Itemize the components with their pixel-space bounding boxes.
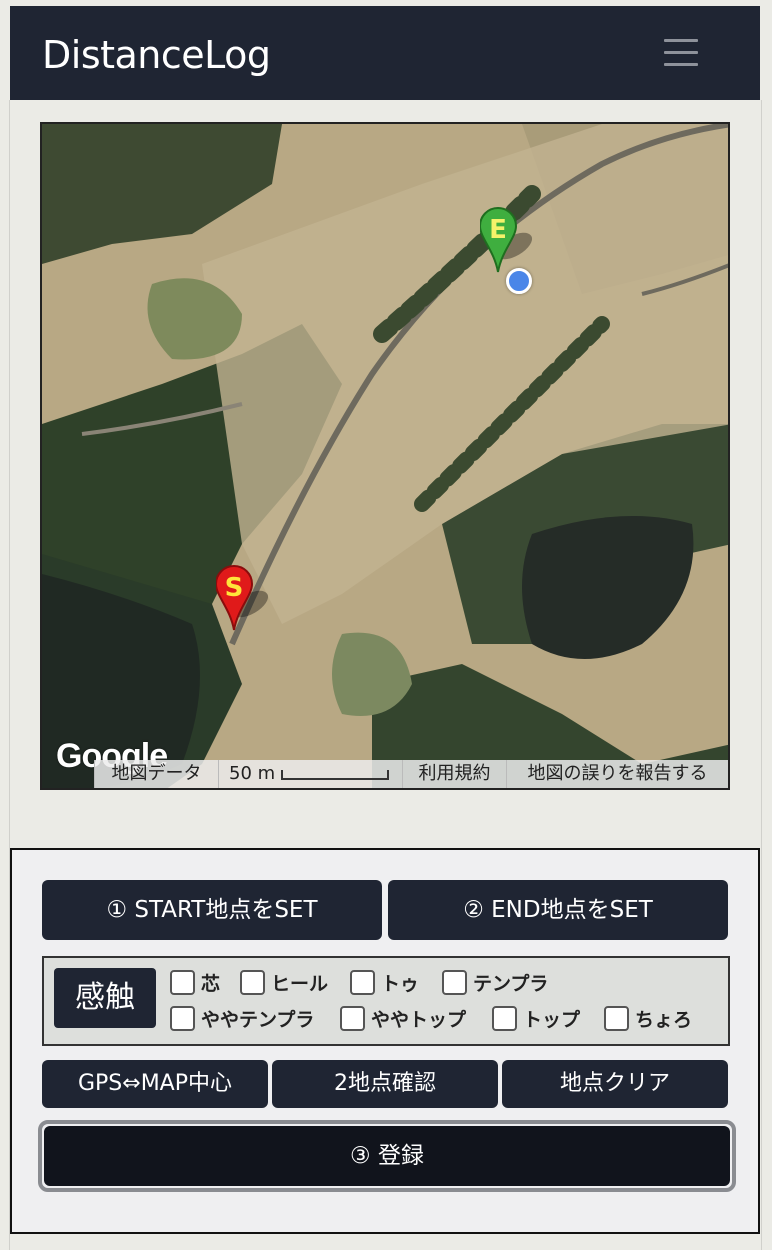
checkbox-box[interactable] xyxy=(240,970,265,995)
scale-bar-icon xyxy=(281,770,389,780)
terms-link[interactable]: 利用規約 xyxy=(402,760,506,788)
checkbox-label: ややテンプラ xyxy=(201,1009,315,1031)
checkbox-label: トップ xyxy=(523,1009,581,1031)
map-data-link[interactable]: 地図データ xyxy=(94,760,218,788)
touch-label: 感触 xyxy=(54,968,156,1028)
checkbox-chorro[interactable]: ちょろ xyxy=(604,1006,692,1034)
checkbox-sweet-spot[interactable]: 芯 xyxy=(170,970,220,998)
checkbox-box[interactable] xyxy=(170,1006,195,1031)
touch-feel-group: 感触 芯 ヒール トゥ テンプラ ややテンプラ ややトップ トップ ちょろ xyxy=(42,956,730,1046)
clear-points-button[interactable]: 地点クリア xyxy=(502,1060,728,1108)
map-scale[interactable]: 50 m xyxy=(218,760,402,788)
checkbox-box[interactable] xyxy=(340,1006,365,1031)
checkbox-slight-tempura[interactable]: ややテンプラ xyxy=(170,1006,314,1034)
satellite-map[interactable]: E S Google 地図データ 50 m 利用規約 地図の誤りを報告する xyxy=(40,122,730,790)
start-marker[interactable]: S xyxy=(214,564,276,644)
checkbox-heel[interactable]: ヒール xyxy=(240,970,328,998)
checkbox-box[interactable] xyxy=(350,970,375,995)
map-scale-label: 50 m xyxy=(229,763,276,784)
checkbox-tempura[interactable]: テンプラ xyxy=(442,970,548,998)
map-imagery xyxy=(42,124,728,788)
register-button[interactable]: ③ 登録 xyxy=(44,1126,730,1186)
report-error-link[interactable]: 地図の誤りを報告する xyxy=(506,760,728,788)
app-brand[interactable]: DistanceLog xyxy=(42,32,271,78)
gps-location-dot xyxy=(506,268,532,294)
set-start-button[interactable]: ① START地点をSET xyxy=(42,880,382,940)
hamburger-menu-button[interactable] xyxy=(650,30,712,76)
checkbox-label: ちょろ xyxy=(635,1009,693,1031)
checkbox-label: ややトップ xyxy=(371,1009,467,1031)
navbar: DistanceLog xyxy=(10,6,760,100)
start-marker-label: S xyxy=(224,573,244,603)
checkbox-toe[interactable]: トゥ xyxy=(350,970,419,998)
page-border-right xyxy=(761,100,762,1250)
confirm-points-button[interactable]: 2地点確認 xyxy=(272,1060,498,1108)
checkbox-label: トゥ xyxy=(381,973,420,995)
checkbox-slight-top[interactable]: ややトップ xyxy=(340,1006,466,1034)
checkbox-box[interactable] xyxy=(442,970,467,995)
checkbox-label: ヒール xyxy=(271,973,329,995)
control-panel: ① START地点をSET ② END地点をSET 感触 芯 ヒール トゥ テン… xyxy=(10,848,760,1234)
checkbox-box[interactable] xyxy=(492,1006,517,1031)
checkbox-label: テンプラ xyxy=(473,973,549,995)
checkbox-top[interactable]: トップ xyxy=(492,1006,580,1034)
checkbox-label: 芯 xyxy=(201,973,221,995)
checkbox-box[interactable] xyxy=(604,1006,629,1031)
checkbox-box[interactable] xyxy=(170,970,195,995)
end-marker-label: E xyxy=(489,215,507,245)
set-end-button[interactable]: ② END地点をSET xyxy=(388,880,728,940)
register-button-focus-ring: ③ 登録 xyxy=(38,1120,736,1192)
gps-map-center-button[interactable]: GPS⇔MAP中心 xyxy=(42,1060,268,1108)
